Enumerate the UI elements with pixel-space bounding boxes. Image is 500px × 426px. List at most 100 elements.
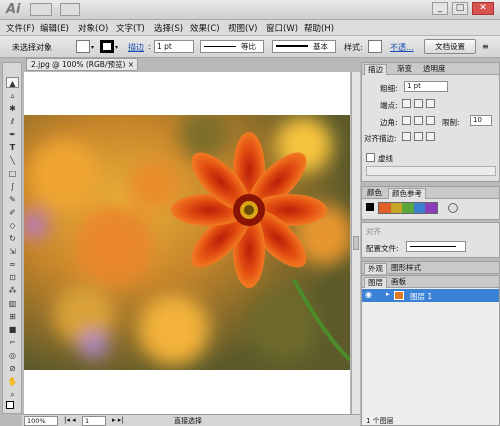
type-icon[interactable]: T (6, 142, 19, 153)
guide-swatch-gold[interactable] (390, 203, 403, 213)
rotate-icon[interactable]: ↻ (6, 233, 19, 244)
active-color-swatch[interactable] (366, 203, 374, 211)
rectangle-icon[interactable]: □ (6, 168, 19, 179)
guide-swatch-green[interactable] (402, 203, 414, 213)
slice-icon[interactable]: ⊘ (6, 363, 19, 374)
arrange-documents-button[interactable] (60, 3, 80, 16)
fill-dropdown-icon[interactable]: ▾ (91, 44, 94, 51)
guide-swatch-purple[interactable] (425, 203, 437, 213)
bevel-join-icon[interactable] (426, 116, 435, 125)
style-swatch[interactable] (368, 40, 382, 53)
miter-limit-field[interactable]: 10 (470, 115, 492, 126)
align-inside-icon[interactable] (414, 132, 423, 141)
control-menu-icon[interactable]: ≡ (482, 42, 489, 51)
pen-icon[interactable]: ✒ (6, 129, 19, 140)
maximize-button[interactable]: □ (452, 2, 468, 15)
warp-icon[interactable]: ≈ (6, 259, 19, 270)
stroke-dropdown-icon[interactable]: ▾ (115, 44, 118, 51)
blob-brush-icon[interactable]: ✐ (6, 207, 19, 218)
miter-join-icon[interactable] (402, 116, 411, 125)
zoom-dropdown[interactable]: 100% (24, 416, 58, 426)
document-tab[interactable]: 2.jpg @ 100% (RGB/预览) × (26, 58, 138, 71)
selection-icon[interactable]: ▲ (6, 77, 19, 88)
harmony-rules-icon[interactable] (448, 203, 458, 213)
width-profile-dropdown[interactable] (406, 241, 466, 252)
tab-gradient[interactable]: 渐变 (394, 64, 415, 74)
next-artboard-icon[interactable]: ▸ ▸| (112, 416, 124, 424)
blend-icon[interactable]: ◎ (6, 350, 19, 361)
menu-window[interactable]: 窗口(W) (266, 22, 298, 34)
tab-color[interactable]: 颜色 (364, 188, 385, 198)
dashed-line-label: 虚线 (378, 154, 393, 163)
guide-swatch-orange[interactable] (379, 203, 391, 213)
tab-graphic-styles[interactable]: 图形样式 (388, 263, 424, 273)
eyedropper-icon[interactable]: ⌐ (6, 337, 19, 348)
direct-selection-icon[interactable]: ▵ (6, 90, 19, 101)
menu-select[interactable]: 选择(S) (154, 22, 183, 34)
artboard-number[interactable]: 1 (82, 416, 106, 426)
vertical-scroll-thumb[interactable] (353, 236, 359, 250)
menu-edit[interactable]: 编辑(E) (40, 22, 69, 34)
fill-stroke-icon[interactable] (6, 401, 14, 409)
stroke-weight-field[interactable]: 1 pt (404, 81, 448, 92)
pencil-icon[interactable]: ✎ (6, 194, 19, 205)
hand-icon[interactable]: ✋ (6, 376, 19, 387)
menu-file[interactable]: 文件(F) (6, 22, 35, 34)
minimize-button[interactable]: _ (432, 2, 448, 15)
align-center-icon[interactable] (402, 132, 411, 141)
eraser-icon[interactable]: ◇ (6, 220, 19, 231)
round-cap-icon[interactable] (414, 99, 423, 108)
close-tab-icon[interactable]: × (128, 59, 134, 70)
free-transform-icon[interactable]: ⊡ (6, 272, 19, 283)
bridge-button[interactable] (30, 3, 52, 16)
layer-row[interactable]: ◉ ▸ 图层 1 (362, 289, 499, 302)
visibility-eye-icon[interactable]: ◉ (365, 290, 372, 299)
color-panel-tabs: 颜色 颜色参考 (362, 187, 499, 199)
variable-width-profile[interactable]: 等比 (200, 40, 264, 53)
guide-swatch-blue[interactable] (413, 203, 426, 213)
color-panel: 颜色 颜色参考 (361, 186, 500, 220)
menu-view[interactable]: 视图(V) (228, 22, 257, 34)
round-join-icon[interactable] (414, 116, 423, 125)
menu-object[interactable]: 对象(O) (78, 22, 108, 34)
dash-gap-fields[interactable] (366, 166, 496, 176)
graph-icon[interactable]: ▥ (6, 298, 19, 309)
menu-help[interactable]: 帮助(H) (304, 22, 334, 34)
menu-type[interactable]: 文字(T) (116, 22, 145, 34)
first-artboard-icon[interactable]: |◂ ◂ (64, 416, 76, 424)
mesh-icon[interactable]: ⊞ (6, 311, 19, 322)
tab-artboards[interactable]: 画板 (388, 277, 409, 287)
tab-color-guide[interactable]: 颜色参考 (388, 188, 426, 199)
dashed-line-checkbox[interactable] (366, 153, 375, 162)
scale-icon[interactable]: ⇲ (6, 246, 19, 257)
zoom-icon[interactable]: ⌕ (6, 389, 19, 400)
brush-definition[interactable]: 基本 (272, 40, 336, 53)
fill-swatch[interactable] (76, 40, 90, 53)
tab-transparency[interactable]: 透明度 (420, 64, 449, 74)
layer-name[interactable]: 图层 1 (410, 291, 432, 302)
document-setup-button[interactable]: 文档设置 (424, 39, 476, 54)
tab-layers[interactable]: 图层 (364, 277, 387, 288)
vertical-scrollbar[interactable] (351, 72, 360, 414)
magic-wand-icon[interactable]: ✱ (6, 103, 19, 114)
corner-label: 边角: (380, 118, 398, 127)
stroke-weight-dropdown[interactable]: 1 pt (154, 40, 194, 53)
tab-appearance[interactable]: 外观 (364, 263, 387, 274)
square-cap-icon[interactable] (426, 99, 435, 108)
flower-photo[interactable] (24, 115, 350, 370)
line-icon[interactable]: ╲ (6, 155, 19, 166)
lasso-icon[interactable]: ℓ (6, 116, 19, 127)
tab-stroke[interactable]: 描边 (364, 64, 387, 75)
gradient-icon[interactable]: ■ (6, 324, 19, 335)
symbol-sprayer-icon[interactable]: ⁂ (6, 285, 19, 296)
color-guide-strip[interactable] (378, 202, 438, 214)
menu-effect[interactable]: 效果(C) (190, 22, 220, 34)
opacity-link[interactable]: 不透... (390, 42, 414, 53)
stroke-swatch[interactable] (100, 40, 114, 53)
paintbrush-icon[interactable]: ∫ (6, 181, 19, 192)
align-outside-icon[interactable] (426, 132, 435, 141)
expand-layer-icon[interactable]: ▸ (386, 290, 390, 298)
close-button[interactable]: ✕ (472, 2, 494, 15)
butt-cap-icon[interactable] (402, 99, 411, 108)
stroke-link[interactable]: 描边 (128, 42, 144, 53)
